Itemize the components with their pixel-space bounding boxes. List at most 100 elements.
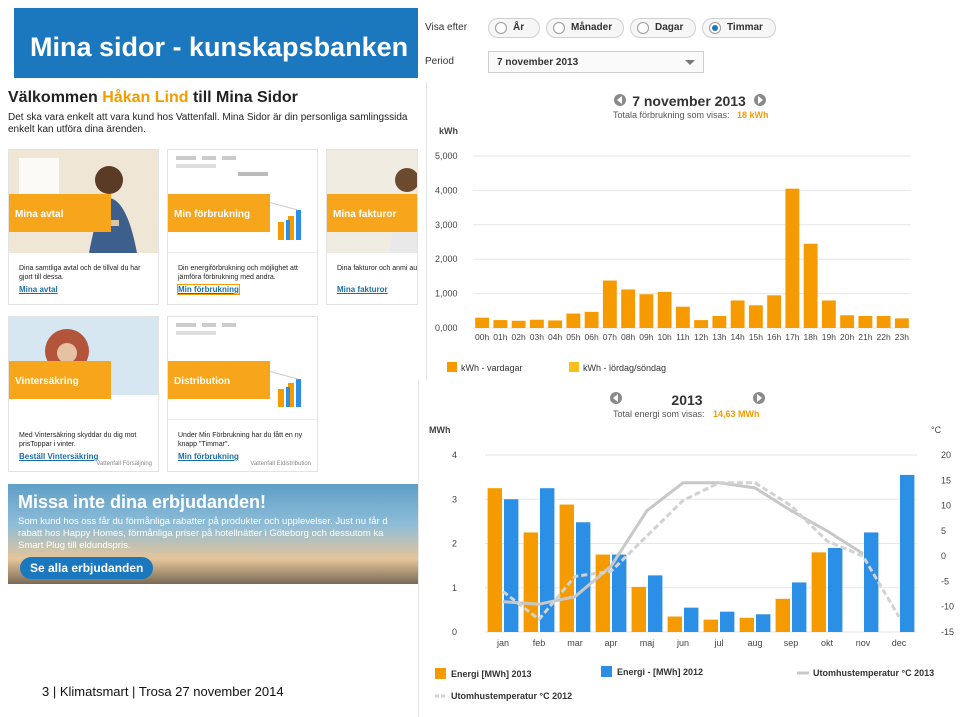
promo-heading: Missa inte dina erbjudanden! [18, 492, 267, 512]
bar[interactable] [511, 320, 526, 328]
y-right-tick-label: 10 [941, 501, 951, 511]
bar[interactable] [785, 188, 800, 328]
next-arrow-icon[interactable] [753, 392, 765, 404]
card-link[interactable]: Mina avtal [19, 285, 58, 294]
bar-2013[interactable] [739, 617, 754, 632]
x-tick-label: 21h [858, 332, 872, 342]
card-description: Dina samtliga avtal och de tillval du ha… [19, 265, 141, 281]
x-tick-label: 14h [731, 332, 745, 342]
bar[interactable] [803, 243, 818, 328]
bar[interactable] [657, 291, 672, 328]
bar-2013[interactable] [631, 586, 646, 632]
bar[interactable] [694, 320, 709, 328]
radio-label: Månader [571, 22, 613, 33]
card-mina-avtal[interactable]: Mina avtal Dina samtliga avtal och de ti… [8, 149, 159, 305]
chart-subtitle-value: 18 kWh [737, 110, 769, 120]
card-source: Vattenfall Eldistribution [250, 461, 311, 467]
bar-2012[interactable] [504, 499, 519, 632]
bar-2013[interactable] [775, 598, 790, 632]
radio-dot-icon [553, 22, 565, 34]
bar[interactable] [475, 317, 490, 328]
bar[interactable] [621, 289, 636, 328]
bar[interactable] [548, 320, 563, 328]
bar[interactable] [876, 315, 891, 328]
promo-text-line-1: Som kund hos oss får du förmånliga rabat… [18, 516, 388, 527]
period-select[interactable]: 7 november 2013 [488, 51, 704, 73]
y-right-tick-label: 15 [941, 475, 951, 485]
bar[interactable] [566, 313, 581, 328]
x-tick-label: 19h [822, 332, 836, 342]
bar-2013[interactable] [811, 552, 826, 632]
bar-2013[interactable] [487, 488, 502, 632]
banner-title: Mina sidor - kunskapsbanken [14, 8, 418, 78]
x-tick-label: 02h [512, 332, 526, 342]
card-tag: Min förbrukning [168, 194, 270, 232]
bar-2012[interactable] [756, 614, 771, 632]
bar-2012[interactable] [864, 532, 879, 632]
card-mina-fakturor[interactable]: Mina fakturor Dina fakturor och anmi aut… [326, 149, 418, 305]
bar[interactable] [858, 315, 873, 328]
card-link[interactable]: Beställ Vintersäkring [19, 452, 98, 461]
card-description: Din energiförbrukning och möjlighet att … [178, 265, 298, 281]
y-tick-label: 0 [452, 627, 457, 637]
prev-arrow-icon[interactable] [610, 392, 622, 404]
bar[interactable] [529, 319, 544, 328]
radio-days[interactable]: Dagar [630, 18, 696, 38]
radio-hours[interactable]: Timmar [702, 18, 776, 38]
x-tick-label: jul [713, 638, 723, 648]
radio-year[interactable]: År [488, 18, 540, 38]
prev-arrow-icon[interactable] [614, 94, 626, 106]
x-tick-label: 07h [603, 332, 617, 342]
period-value: 7 november 2013 [497, 57, 579, 68]
bar-2012[interactable] [612, 554, 627, 632]
legend-swatch [447, 362, 457, 372]
card-vintersakring[interactable]: Vintersäkring Med Vintersäkring skyddar … [8, 316, 159, 472]
bar-2012[interactable] [720, 611, 735, 632]
card-tag: Vintersäkring [9, 361, 111, 399]
bar[interactable] [712, 315, 727, 328]
bar[interactable] [840, 315, 855, 328]
chart-legend: Energi [MWh] 2013 Energi - [MWh] 2012 Ut… [435, 666, 934, 701]
bar[interactable] [748, 305, 763, 328]
x-tick-label: 17h [785, 332, 799, 342]
bar[interactable] [493, 320, 508, 328]
radio-months[interactable]: Månader [546, 18, 624, 38]
bar[interactable] [821, 300, 836, 328]
card-description: Under Min Förbrukning har du fått en ny … [178, 432, 303, 448]
bar[interactable] [639, 294, 654, 328]
card-link[interactable]: Min förbrukning [178, 452, 239, 461]
welcome-prefix: Välkommen [8, 89, 103, 106]
hourly-chart: 7 november 2013 Totala förbrukning som v… [426, 82, 960, 380]
bar[interactable] [730, 300, 745, 328]
x-tick-label: 05h [566, 332, 580, 342]
welcome-heading: Välkommen Håkan Lind till Mina Sidor [8, 89, 298, 107]
bar[interactable] [894, 318, 909, 328]
bar-2013[interactable] [703, 619, 718, 632]
bar[interactable] [767, 295, 782, 328]
bar-2013[interactable] [667, 616, 682, 632]
y-tick-label: 4 [452, 450, 457, 460]
card-distribution[interactable]: Distribution Under Min Förbrukning har d… [167, 316, 318, 472]
bar[interactable] [584, 311, 599, 328]
bar[interactable] [602, 280, 617, 328]
bar[interactable] [675, 306, 690, 328]
bar-2013[interactable] [595, 554, 610, 632]
x-tick-label: sep [784, 638, 799, 648]
x-tick-label: 12h [694, 332, 708, 342]
bar-2012[interactable] [648, 575, 663, 632]
all-offers-button[interactable]: Se alla erbjudanden [20, 557, 154, 579]
bar-2012[interactable] [792, 582, 807, 632]
bar-2012[interactable] [684, 607, 699, 632]
card-link[interactable]: Min förbrukning [177, 284, 240, 295]
bar-2012[interactable] [900, 474, 915, 632]
next-arrow-icon[interactable] [754, 94, 766, 106]
bar-2012[interactable] [828, 547, 843, 632]
bar-2013[interactable] [559, 504, 574, 632]
y-tick-label: 3 [452, 494, 457, 504]
chart-subtitle: Totala förbrukning som visas: [613, 110, 730, 120]
card-description: Dina fakturor och anmi autogiro eller e-… [337, 265, 417, 272]
card-min-forbrukning[interactable]: Min förbrukning Din energiförbrukning oc… [167, 149, 318, 305]
legend-item: Energi [MWh] 2013 [451, 669, 532, 679]
chart-legend: kWh - vardagar kWh - lördag/söndag [447, 362, 666, 373]
card-link[interactable]: Mina fakturor [337, 285, 388, 294]
